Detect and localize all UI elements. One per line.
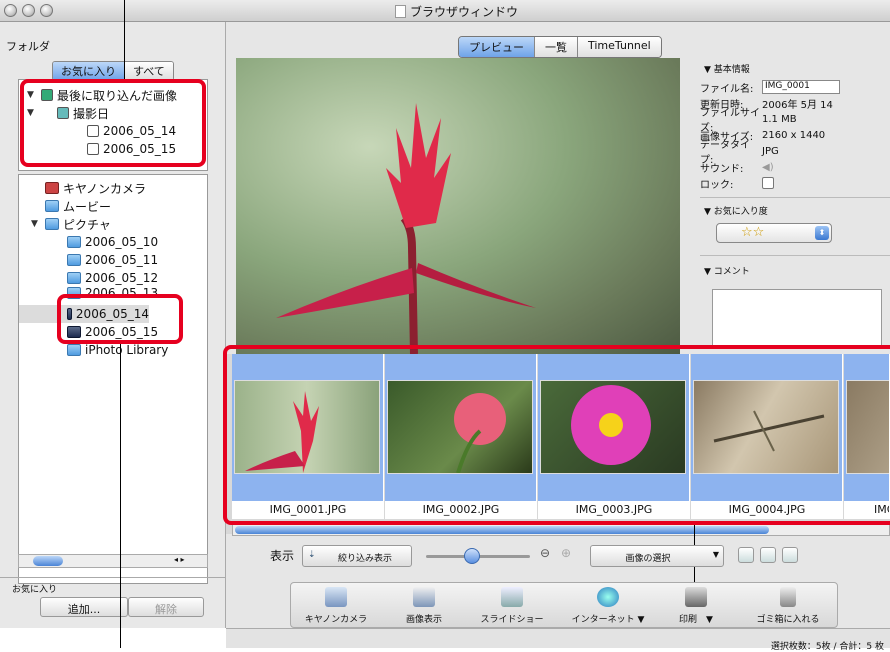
image-select-popup[interactable]: 画像の選択 ▼ [590,545,724,567]
zoom-slider[interactable] [426,548,530,564]
disclosure-triangle-icon[interactable]: ▼ [31,219,41,229]
filter-button[interactable]: ⇣ 絞り込み表示 [302,545,412,567]
leader-line [124,0,125,79]
info-section-header: ▼ 基本情報 [704,65,750,75]
speaker-icon: ◀) [762,161,774,173]
folder-tabs: お気に入り すべて [52,61,174,81]
tree-item-canon-camera[interactable]: キヤノンカメラ [19,179,207,197]
tree-item-pictures[interactable]: ▼ ピクチャ [19,215,207,233]
star-rating: ☆☆ [741,225,765,240]
zoom-out-icon[interactable]: ⊖ [540,546,550,560]
window-title: ブラウザウィンドウ [395,3,518,20]
toolbar: キヤノンカメラ 画像表示 スライドショー インターネット ▼ 印刷 ▼ ゴミ箱に… [290,582,838,628]
toolbar-print[interactable]: 印刷 ▼ [651,587,741,625]
toolbar-internet[interactable]: インターネット ▼ [563,587,653,625]
rating-popup[interactable]: ☆☆ ⬍ [716,223,832,243]
printer-icon [685,587,707,607]
leader-line [120,344,121,648]
rotate-right-icon[interactable] [760,547,776,563]
tree-item-folder[interactable]: 2006_05_11 [19,251,207,269]
info-row-filesize: ファイルサイズ: 1.1 MB [700,108,797,134]
tab-preview[interactable]: プレビュー [459,37,534,57]
preview-image[interactable] [236,58,680,354]
scroll-thumb[interactable] [235,526,769,534]
display-label: 表示 [270,549,295,563]
tree-item-movies[interactable]: ムービー [19,197,207,215]
tree-item-folder[interactable]: 2006_05_10 [19,233,207,251]
trash-icon [780,587,796,607]
comment-field[interactable] [712,289,882,349]
folder-icon [67,272,81,284]
status-bar: 選択枚数：5枚 / 合計：5 枚 [226,628,890,652]
movie-folder-icon [45,200,59,212]
title-bar: ブラウザウィンドウ [0,0,890,22]
remove-button[interactable]: 解除 [128,597,204,617]
filter-icon: ⇣ [308,550,316,560]
info-row-filename: ファイル名: IMG_0001 [700,79,890,95]
folder-icon [67,254,81,266]
toolbar-trash[interactable]: ゴミ箱に入れる [743,587,833,625]
thumbnail-scrollbar[interactable] [232,524,890,536]
rotate-left-icon[interactable] [738,547,754,563]
document-icon [395,5,406,18]
pictures-folder-icon [45,218,59,230]
tab-all[interactable]: すべて [124,62,173,80]
folder-icon [67,236,81,248]
divider [700,255,890,256]
zoom-slider-thumb[interactable] [464,548,480,564]
tab-timetunnel[interactable]: TimeTunnel [577,37,661,57]
tab-list[interactable]: 一覧 [534,37,577,57]
scroll-thumb[interactable] [33,556,63,566]
dropdown-arrow-icon: ▼ [712,550,719,559]
rating-section-header: ▼ お気に入り度 [704,207,768,217]
tab-favorites[interactable]: お気に入り [53,62,124,80]
flower-shape [276,103,536,354]
folder-header: フォルダ [6,40,50,53]
view-tabs: プレビュー 一覧 TimeTunnel [458,36,662,58]
scroll-arrows-icon[interactable]: ◂ ▸ [174,555,185,564]
comment-section-header: ▼ コメント [704,267,750,277]
toolbar-canon-camera[interactable]: キヤノンカメラ [291,587,381,625]
info-row-datatype: データタイプ: JPG [700,140,779,166]
close-button[interactable] [4,4,17,17]
image-view-icon [413,587,435,607]
popup-arrows-icon[interactable]: ⬍ [815,226,829,240]
folder-icon [67,344,81,356]
info-panel: ▼ 基本情報 ファイル名: IMG_0001 更新日時: 2006年 5月 14 フ… [700,62,890,352]
divider [0,577,226,578]
camera-icon [325,587,347,607]
lock-checkbox[interactable] [762,177,774,189]
add-button[interactable]: 追加... [40,597,128,617]
annotation-box-thumbnails [223,345,890,525]
zoom-in-icon[interactable]: ⊕ [561,546,571,560]
zoom-button[interactable] [40,4,53,17]
divider [700,197,890,198]
minimize-button[interactable] [22,4,35,17]
slideshow-icon [501,587,523,607]
folders-tree: キヤノンカメラ ムービー ▼ ピクチャ 2006_05_10 2006_05_11… [18,174,208,584]
info-row-sound: サウンド: ◀) [700,161,774,175]
fit-icon[interactable] [782,547,798,563]
info-row-lock: ロック: [700,175,890,191]
filename-field[interactable]: IMG_0001 [762,80,840,94]
annotation-box-favorites [20,79,206,167]
favorites-label: お気に入り [12,585,58,595]
camera-folder-icon [45,182,59,194]
globe-icon [597,587,619,607]
toolbar-slideshow[interactable]: スライドショー [467,587,557,625]
horizontal-scrollbar[interactable]: ◂ ▸ [18,554,208,568]
toolbar-image-view[interactable]: 画像表示 [379,587,469,625]
annotation-box-folders [57,294,183,344]
tree-item-folder[interactable]: 2006_05_12 [19,269,207,287]
